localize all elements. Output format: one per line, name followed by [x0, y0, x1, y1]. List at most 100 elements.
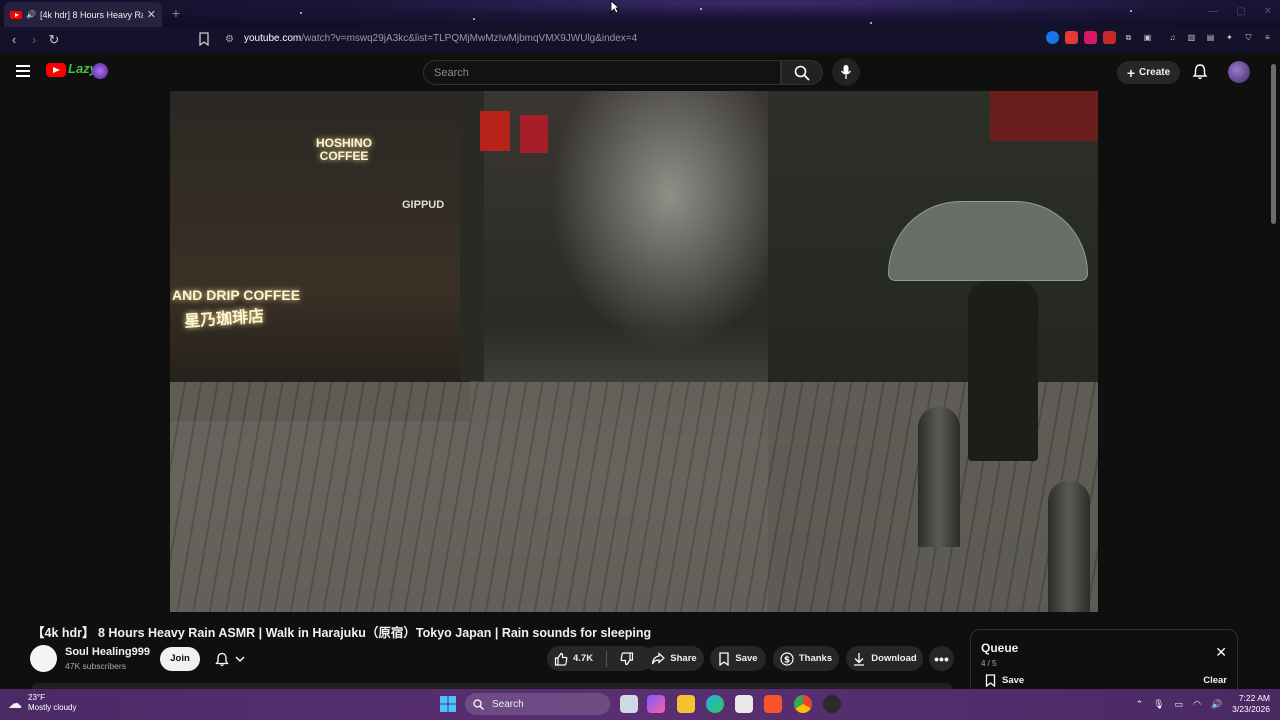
taskbar-search-label: Search [492, 698, 524, 710]
join-button[interactable]: Join [160, 647, 200, 671]
video-sign-hoshino: HOSHINO COFFEE [316, 137, 372, 163]
browser-toolbar: ‹ › ↻ ⚙ youtube.com/watch?v=mswq29jA3kc&… [0, 27, 1280, 53]
reload-icon[interactable]: ↻ [44, 30, 64, 50]
extension-icon[interactable] [1065, 31, 1078, 44]
leo-icon[interactable]: ✦ [1223, 31, 1236, 44]
share-label: Share [670, 653, 697, 664]
save-playlist-icon [985, 674, 996, 687]
file-explorer-icon[interactable] [677, 695, 695, 713]
star-decoration [473, 18, 475, 20]
back-icon[interactable]: ‹ [4, 30, 24, 50]
thanks-dollar-icon: $ [780, 651, 794, 666]
youtube-favicon-icon [10, 10, 22, 19]
url-path: /watch?v=mswq29jA3kc&list=TLPQMjMwMzIwMj… [301, 33, 638, 44]
queue-title: Queue [981, 641, 1019, 655]
site-info-icon[interactable]: ⚙ [225, 34, 234, 45]
share-button[interactable]: Share [644, 646, 704, 671]
microphone-icon[interactable]: 🎙 [1153, 699, 1164, 710]
weather-temperature: 23°F [28, 693, 45, 702]
queue-save-button[interactable]: Save [985, 674, 1024, 687]
maximize-icon[interactable]: ▢ [1236, 6, 1245, 17]
close-queue-icon[interactable]: ✕ [1215, 644, 1227, 661]
close-tab-icon[interactable]: ✕ [147, 8, 156, 21]
edge-icon[interactable] [706, 695, 724, 713]
star-decoration [1130, 10, 1132, 12]
notifications-bell-icon[interactable] [1192, 63, 1208, 81]
voice-search-button[interactable] [832, 58, 860, 86]
clock-time: 7:22 AM [1238, 693, 1270, 703]
channel-avatar[interactable] [30, 645, 57, 672]
like-count: 4.7K [573, 653, 594, 664]
save-button[interactable]: Save [710, 646, 766, 671]
display-icon[interactable]: ▭ [1175, 699, 1184, 710]
youtube-logo-icon[interactable] [46, 63, 66, 77]
page-scrollbar[interactable] [1270, 56, 1278, 686]
taskbar-clock[interactable]: 7:22 AM 3/23/2026 [1232, 693, 1270, 715]
thanks-button[interactable]: $ Thanks [773, 646, 839, 671]
star-decoration [300, 12, 302, 14]
chrome-icon[interactable] [794, 695, 812, 713]
video-scene-bollard [918, 407, 960, 547]
music-icon[interactable]: ♫ [1166, 31, 1179, 44]
subscription-bell-button[interactable] [206, 647, 254, 671]
browser-tab-active[interactable]: 🔊 [4k hdr] 8 Hours Heavy Rain ✕ [4, 2, 162, 27]
search-icon [794, 65, 810, 81]
video-sign-drip-coffee: AND DRIP COFFEE [172, 287, 301, 303]
copilot-icon[interactable] [647, 695, 665, 713]
address-bar[interactable]: youtube.com/watch?v=mswq29jA3kc&list=TLP… [244, 33, 637, 44]
browser-extensions: ⧉ ▣ ♫ ▥ ▤ ✦ ⛉ ≡ [1046, 31, 1274, 44]
chevron-up-icon[interactable]: ⌃ [1136, 699, 1144, 710]
wifi-icon[interactable]: ◠ [1193, 699, 1201, 710]
search-button[interactable] [781, 60, 823, 85]
forward-icon[interactable]: › [24, 30, 44, 50]
wallet-icon[interactable]: ▤ [1204, 31, 1217, 44]
screenshot-icon[interactable]: ▣ [1141, 31, 1154, 44]
brave-icon[interactable] [764, 695, 782, 713]
channel-name[interactable]: Soul Healing999 [65, 646, 150, 658]
video-player[interactable]: HOSHINO COFFEE AND DRIP COFFEE 星乃珈琲店 GIP… [170, 91, 1098, 612]
browser-tab-strip: 🔊 [4k hdr] 8 Hours Heavy Rain ✕ + — ▢ ✕ [0, 0, 1280, 27]
plus-icon: + [1126, 64, 1136, 81]
close-window-icon[interactable]: ✕ [1264, 6, 1272, 17]
youtube-header: Lazy + Create [0, 53, 1280, 91]
like-button[interactable]: 4.7K [554, 652, 593, 666]
account-avatar[interactable] [1228, 61, 1250, 83]
create-button[interactable]: + Create [1117, 61, 1180, 84]
search-box [423, 60, 781, 85]
puzzle-icon[interactable]: ⧉ [1122, 31, 1135, 44]
volume-icon[interactable]: 🔊 [1211, 699, 1222, 710]
extension-icon[interactable] [1103, 31, 1116, 44]
store-icon[interactable] [735, 695, 753, 713]
thumbs-up-icon [554, 652, 568, 666]
weather-widget[interactable]: ☁ 23°F Mostly cloudy [8, 693, 76, 713]
save-label: Save [735, 653, 758, 664]
extension-icon[interactable] [1046, 31, 1059, 44]
taskbar-search[interactable]: Search [465, 693, 610, 715]
video-scene-bollard [1048, 481, 1090, 612]
minimize-icon[interactable]: — [1208, 6, 1218, 17]
download-button[interactable]: Download [846, 646, 923, 671]
obs-icon[interactable] [823, 695, 841, 713]
bookmark-icon[interactable] [198, 32, 210, 46]
video-scene-red-sign [520, 115, 548, 153]
bell-icon [215, 652, 229, 666]
sidebar-icon[interactable]: ▥ [1185, 31, 1198, 44]
hamburger-menu-icon[interactable] [16, 65, 30, 80]
search-input[interactable] [424, 61, 780, 84]
video-scene-red-sign [480, 111, 510, 151]
task-view-icon[interactable] [620, 695, 638, 713]
tab-title: [4k hdr] 8 Hours Heavy Rain [39, 9, 143, 20]
url-host: youtube.com [244, 33, 302, 44]
vpn-icon[interactable]: ⛉ [1242, 31, 1255, 44]
scrollbar-thumb[interactable] [1271, 64, 1276, 224]
video-sign-gippu: GIPPUD [402, 199, 445, 211]
extension-icon[interactable] [1084, 31, 1097, 44]
window-controls: — ▢ ✕ [1208, 6, 1272, 17]
menu-icon[interactable]: ≡ [1261, 31, 1274, 44]
dislike-button[interactable] [620, 651, 634, 666]
new-tab-button[interactable]: + [168, 5, 184, 21]
video-scene-shop-sign [990, 91, 1098, 141]
queue-clear-button[interactable]: Clear [1203, 675, 1227, 686]
more-actions-button[interactable]: ••• [929, 646, 954, 671]
windows-start-icon[interactable] [440, 696, 456, 712]
